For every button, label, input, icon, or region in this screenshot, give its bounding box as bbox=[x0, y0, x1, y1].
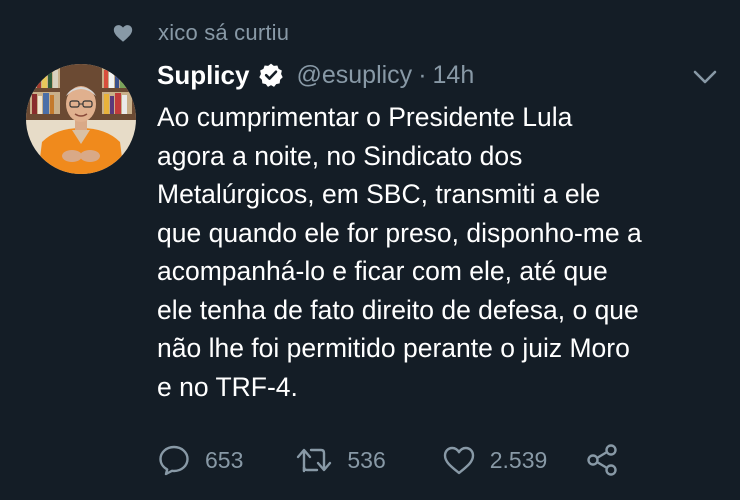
social-context[interactable]: xico sá curtiu bbox=[112, 18, 289, 48]
chevron-down-icon[interactable] bbox=[692, 68, 718, 86]
tweet-text-line: ele tenha de fato direito de defesa, o q… bbox=[157, 294, 639, 325]
verified-badge-icon bbox=[259, 63, 284, 87]
tweet-header: Suplicy @esuplicy · 14h bbox=[157, 56, 474, 94]
reply-icon bbox=[159, 445, 189, 476]
tweet-text-line: agora a noite, no Sindicato dos bbox=[157, 140, 523, 171]
tweet-text-line: Ao cumprimentar o Presidente Lula bbox=[157, 102, 573, 132]
tweet-text: Ao cumprimentar o Presidente Lula agora … bbox=[157, 98, 727, 406]
retweet-button[interactable]: 536 bbox=[295, 445, 386, 475]
share-button[interactable] bbox=[585, 443, 619, 477]
tweet-actions: 653 536 2.539 bbox=[157, 440, 619, 480]
user-handle[interactable]: @esuplicy bbox=[296, 61, 412, 90]
tweet-text-line: Metalúrgicos, em SBC, transmiti a ele bbox=[157, 179, 601, 209]
reply-count: 653 bbox=[205, 446, 244, 473]
tweet-text-line: e no TRF-4. bbox=[157, 371, 298, 402]
tweet-text-line: que quando ele for preso, disponho-me a bbox=[157, 217, 642, 248]
avatar-image bbox=[26, 64, 136, 174]
separator-dot: · bbox=[418, 60, 427, 89]
retweet-count: 536 bbox=[347, 446, 386, 473]
like-icon bbox=[443, 446, 474, 475]
like-count: 2.539 bbox=[489, 446, 548, 473]
like-button[interactable]: 2.539 bbox=[442, 444, 548, 476]
avatar[interactable] bbox=[26, 64, 136, 174]
share-icon bbox=[587, 444, 618, 476]
social-context-text: xico sá curtiu bbox=[158, 20, 290, 45]
retweet-icon bbox=[297, 448, 332, 473]
heart-icon bbox=[113, 25, 133, 42]
tweet-timestamp[interactable]: 14h bbox=[433, 61, 475, 90]
display-name[interactable]: Suplicy bbox=[157, 60, 249, 91]
tweet-text-line: acompanhá-lo e ficar com ele, até que bbox=[157, 256, 608, 286]
reply-button[interactable]: 653 bbox=[157, 443, 243, 477]
tweet-text-line: não lhe foi permitido perante o juiz Mor… bbox=[157, 333, 630, 363]
